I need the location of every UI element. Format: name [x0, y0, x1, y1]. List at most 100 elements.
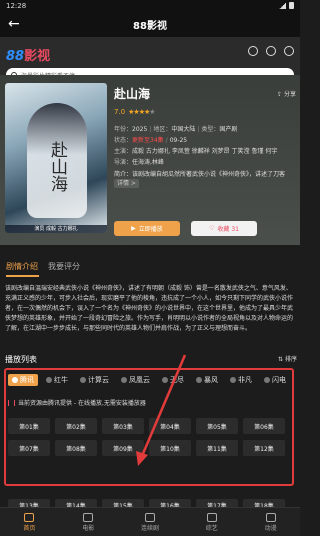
play-now-button[interactable]: ▶ 立即播放	[114, 221, 180, 236]
summary-label: 简介：	[114, 171, 133, 178]
episode-button[interactable]: 第09集	[102, 440, 144, 456]
episode-button[interactable]: 第12集	[243, 440, 285, 456]
favorite-button[interactable]: ♡ 收藏 31	[191, 221, 257, 236]
user-icon[interactable]	[266, 46, 276, 56]
source-label: 腾讯	[20, 376, 34, 384]
source-label: 无尽	[170, 376, 184, 384]
source-label: 闪电	[272, 376, 286, 384]
nav-series[interactable]: 连续剧	[140, 512, 159, 532]
region-value: 中国大陆	[171, 126, 196, 133]
nav-label: 首页	[23, 524, 36, 532]
source-tab-feifan[interactable]: 非凡	[226, 374, 256, 386]
app-logo[interactable]: 88影视	[6, 45, 50, 64]
source-label: 非凡	[238, 376, 252, 384]
source-tab-hongniu[interactable]: 红牛	[42, 374, 72, 386]
show-title: 赴山海	[114, 87, 151, 101]
anime-icon	[265, 512, 276, 522]
title-bar: ← 88影视	[0, 11, 300, 37]
rating-stars: ★★★★★	[128, 108, 155, 116]
year-value: 2025	[132, 126, 148, 133]
episode-button[interactable]: 第04集	[149, 418, 191, 434]
nav-label: 动漫	[264, 524, 277, 532]
nav-label: 综艺	[205, 524, 218, 532]
type-value: 国产剧	[219, 126, 238, 133]
cast-label: 主演：	[114, 148, 133, 155]
nav-movie[interactable]: 电影	[82, 512, 94, 532]
tab-rating[interactable]: 我要评分	[48, 261, 80, 272]
source-tab-wujin[interactable]: 无尽	[158, 374, 188, 386]
filter-icon[interactable]	[284, 46, 294, 56]
tab-synopsis[interactable]: 剧情介绍	[6, 261, 38, 272]
sort-button[interactable]: ⇅ 排序	[278, 354, 297, 365]
episode-button[interactable]: 第02集	[55, 418, 97, 434]
poster-calligraphy: 赴山海	[47, 141, 67, 192]
header-icons	[248, 46, 294, 56]
episode-button[interactable]: 第08集	[55, 440, 97, 456]
back-arrow-icon[interactable]: ←	[8, 16, 20, 32]
cast-line: 主演：成毅 古力娜扎 李凤萱 徐麟祥 刘梦昂 丁笑滢 鲁瑾 何宇	[114, 146, 296, 157]
signal-icon	[279, 2, 286, 9]
sort-label: 排序	[284, 356, 297, 363]
detail-panel: 赴山海 演员 成毅 古力娜扎 赴山海 ⇪ 分享 7.0 ★★★★★ 年份：202…	[0, 75, 300, 245]
source-tab-tencent[interactable]: 腾讯	[8, 374, 38, 386]
source-tab-fenghuangyun[interactable]: 凤凰云	[117, 374, 154, 386]
episode-grid: 第01集 第02集 第03集 第04集 第05集 第06集 第07集 第08集 …	[8, 418, 292, 456]
play-now-label: 立即播放	[138, 226, 163, 233]
episode-button[interactable]: 第07集	[8, 440, 50, 456]
battery-icon	[289, 2, 294, 9]
source-icon	[12, 377, 18, 383]
status-icons	[279, 2, 294, 9]
source-icon	[121, 377, 127, 383]
playlist-header: 播放列表 ⇅ 排序	[5, 354, 297, 365]
source-notice: 当前资源由腾讯提供 - 在线播放,无需安装播放器	[8, 398, 146, 407]
summary-value: 该剧改编自胡瓜然所著武侠小说《神州奇侠》，讲述了刀客	[132, 171, 286, 178]
episode-button[interactable]: 第03集	[102, 418, 144, 434]
director-line: 导演：任海涛,林峰	[114, 157, 296, 168]
source-label: 凤凰云	[129, 376, 150, 384]
detail-info: 赴山海 ⇪ 分享 7.0 ★★★★★ 年份：2025 | 地区：中国大陆 | 类型：国产…	[114, 85, 296, 188]
tv-icon	[144, 512, 155, 522]
source-notice-text: 当前资源由腾讯提供 - 在线播放,无需安装播放器	[18, 400, 146, 407]
source-icon	[162, 377, 168, 383]
source-icon	[46, 377, 52, 383]
history-icon[interactable]	[248, 46, 258, 56]
source-tab-jisuanyun[interactable]: 计算云	[76, 374, 113, 386]
episode-button[interactable]: 第11集	[196, 440, 238, 456]
source-tab-baofeng[interactable]: 暴风	[192, 374, 222, 386]
nav-variety[interactable]: 综艺	[205, 512, 218, 532]
episode-button[interactable]: 第01集	[8, 418, 50, 434]
status-value: 更新至34集	[132, 137, 164, 144]
source-icon	[80, 377, 86, 383]
director-label: 导演：	[114, 159, 133, 166]
share-button[interactable]: ⇪ 分享	[277, 89, 296, 98]
variety-icon	[206, 512, 217, 522]
bottom-nav: 首页 电影 连续剧 综艺 动漫	[0, 507, 300, 536]
cast-value: 成毅 古力娜扎 李凤萱 徐麟祥 刘梦昂 丁笑滢 鲁瑾 何宇	[132, 148, 278, 155]
nav-home[interactable]: 首页	[23, 512, 36, 532]
page-title: 88影视	[133, 20, 167, 32]
region-label: 地区：	[153, 126, 172, 133]
source-label: 暴风	[204, 376, 218, 384]
status-time: 12:28	[6, 1, 27, 10]
episode-button[interactable]: 第10集	[149, 440, 191, 456]
source-tabs: 腾讯 红牛 计算云 凤凰云 无尽 暴风 非凡 闪电	[8, 374, 294, 386]
logo-number: 88	[6, 49, 25, 64]
nav-label: 连续剧	[140, 524, 159, 532]
play-icon: ▶	[131, 225, 136, 232]
episode-button[interactable]: 第06集	[243, 418, 285, 434]
nav-anime[interactable]: 动漫	[264, 512, 277, 532]
detail-tabs: 剧情介绍 我要评分	[0, 257, 300, 275]
director-value: 任海涛,林峰	[132, 159, 164, 166]
poster-band: 演员 成毅 古力娜扎	[5, 225, 107, 233]
rating-score: 7.0	[114, 108, 126, 116]
logo-text: 影视	[24, 49, 51, 64]
tab-indicator	[6, 275, 39, 277]
detail-more-button[interactable]: 详情 >	[114, 179, 139, 188]
source-tab-shandian[interactable]: 闪电	[260, 374, 290, 386]
source-label: 红牛	[54, 376, 68, 384]
source-label: 计算云	[88, 376, 109, 384]
heart-icon: ♡	[209, 225, 215, 232]
episode-button[interactable]: 第05集	[196, 418, 238, 434]
year-label: 年份：	[114, 126, 133, 133]
poster-image[interactable]: 赴山海 演员 成毅 古力娜扎	[5, 83, 107, 233]
